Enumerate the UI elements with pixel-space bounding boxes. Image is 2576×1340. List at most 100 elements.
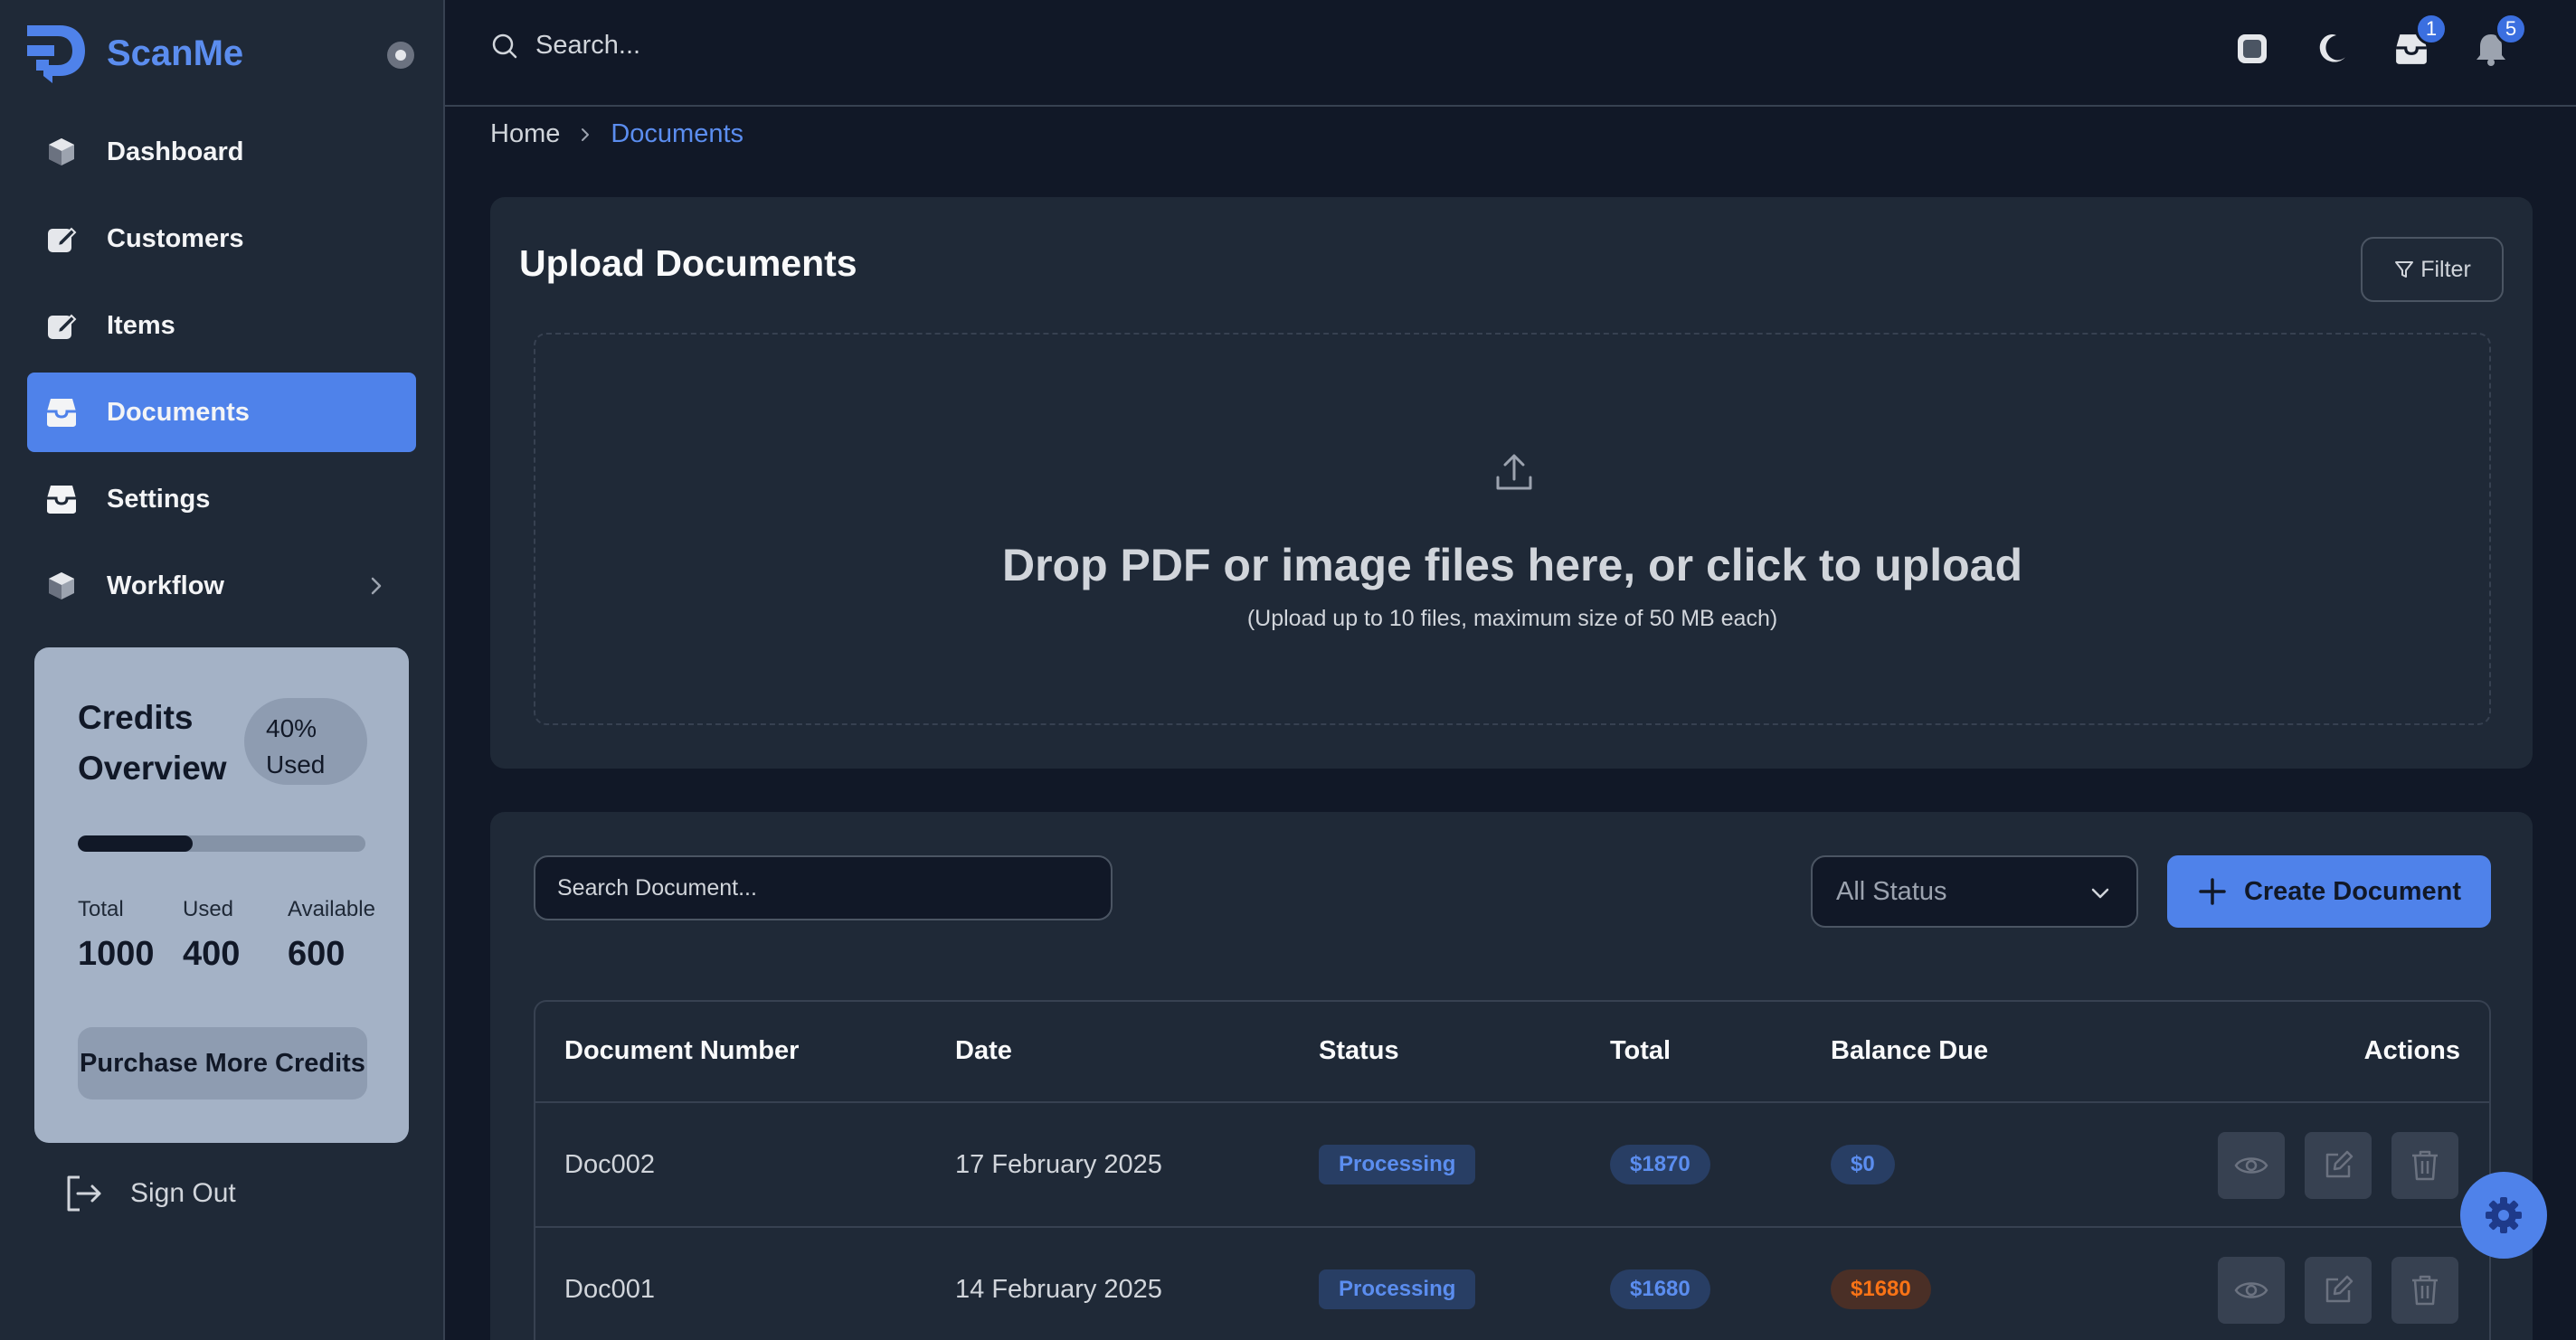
credits-used-percent: 40% — [266, 714, 317, 742]
table-row[interactable]: Doc002 17 February 2025 Processing $1870… — [535, 1103, 2489, 1228]
cube-icon — [45, 570, 78, 602]
sidebar-item-dashboard[interactable]: Dashboard — [27, 112, 416, 192]
create-document-label: Create Document — [2243, 876, 2462, 906]
app-root: ScanMe Dashboard Customers Items Documen… — [0, 0, 2576, 1340]
filter-button[interactable]: Filter — [2361, 237, 2504, 302]
sidebar: ScanMe Dashboard Customers Items Documen… — [0, 0, 445, 1340]
status-badge: Processing — [1319, 1145, 1476, 1184]
global-search — [490, 31, 1169, 61]
breadcrumb-current: Documents — [611, 119, 744, 148]
table-row[interactable]: Doc001 14 February 2025 Processing $1680… — [535, 1228, 2489, 1340]
credits-total-label: Total — [78, 897, 124, 921]
edit-button[interactable] — [2305, 1132, 2372, 1199]
sidebar-item-label: Dashboard — [107, 137, 244, 166]
sign-out-button[interactable]: Sign Out — [63, 1174, 236, 1213]
eye-icon — [2234, 1157, 2268, 1174]
upload-icon — [1496, 454, 1532, 490]
sidebar-item-label: Items — [107, 310, 175, 340]
credits-progress-bar — [78, 835, 365, 852]
dark-mode-toggle[interactable] — [2310, 27, 2353, 71]
column-header-total[interactable]: Total — [1610, 1036, 1671, 1066]
column-header-document-number[interactable]: Document Number — [564, 1036, 799, 1066]
gear-icon — [2486, 1197, 2522, 1233]
filter-label: Filter — [2420, 256, 2471, 282]
top-bar: 1 5 — [445, 0, 2576, 107]
cell-document-number: Doc001 — [564, 1275, 655, 1304]
scanme-logo-icon — [27, 25, 85, 83]
sidebar-item-workflow[interactable]: Workflow — [27, 546, 416, 626]
breadcrumb-home-link[interactable]: Home — [490, 119, 560, 149]
edit-square-icon — [45, 309, 78, 342]
sidebar-item-documents[interactable]: Documents — [27, 373, 416, 452]
inbox-icon — [45, 396, 78, 429]
brand[interactable]: ScanMe — [25, 24, 243, 83]
column-header-status[interactable]: Status — [1319, 1036, 1399, 1066]
credits-available: Available 600 — [288, 897, 375, 974]
column-header-date[interactable]: Date — [955, 1036, 1012, 1066]
breadcrumb: Home Documents — [490, 119, 743, 149]
credits-used-value: 400 — [183, 935, 241, 973]
filter-icon — [2395, 261, 2414, 278]
plus-icon — [2199, 878, 2226, 905]
delete-button[interactable] — [2391, 1257, 2458, 1324]
chevron-right-icon[interactable] — [364, 573, 389, 599]
document-search-input[interactable] — [534, 855, 1113, 920]
delete-button[interactable] — [2391, 1132, 2458, 1199]
credits-used-stat-label: Used — [183, 897, 234, 921]
global-search-input[interactable] — [535, 31, 1169, 61]
edit-square-icon — [45, 222, 78, 255]
sidebar-item-items[interactable]: Items — [27, 286, 416, 365]
credits-overview-card: Credits Overview 40% Used Total 1000 Use… — [34, 647, 409, 1143]
upload-title: Upload Documents — [519, 242, 857, 284]
fullscreen-button[interactable] — [2230, 27, 2274, 71]
status-filter-value: All Status — [1836, 876, 1947, 906]
column-header-balance-due[interactable]: Balance Due — [1831, 1036, 1988, 1066]
sign-out-label: Sign Out — [130, 1178, 236, 1208]
sidebar-item-label: Customers — [107, 223, 244, 253]
trash-icon — [2412, 1150, 2438, 1181]
dropzone-main-text: Drop PDF or image files here, or click t… — [1001, 540, 2022, 590]
credits-used: Used 400 — [183, 897, 240, 974]
view-button[interactable] — [2218, 1257, 2285, 1324]
brand-name: ScanMe — [107, 33, 244, 73]
sidebar-toggle-button[interactable] — [387, 42, 414, 69]
sidebar-item-customers[interactable]: Customers — [27, 199, 416, 278]
status-filter-select[interactable]: All Status — [1811, 855, 2138, 928]
sidebar-item-settings[interactable]: Settings — [27, 459, 416, 539]
sidebar-item-label: Workflow — [107, 571, 224, 600]
dropzone-sub-text: (Upload up to 10 files, maximum size of … — [1246, 606, 1778, 631]
edit-icon — [2325, 1150, 2353, 1178]
floating-settings-button[interactable] — [2460, 1172, 2547, 1259]
status-badge: Processing — [1319, 1269, 1476, 1309]
file-dropzone[interactable]: Drop PDF or image files here, or click t… — [534, 333, 2491, 725]
upload-documents-card: Upload Documents Filter Drop PDF or imag… — [490, 197, 2533, 769]
sidebar-item-label: Documents — [107, 397, 250, 427]
sidebar-nav: Dashboard Customers Items Documents Sett… — [27, 112, 416, 633]
inbox-badge: 1 — [2415, 13, 2448, 45]
edit-button[interactable] — [2305, 1257, 2372, 1324]
eye-icon — [2234, 1282, 2268, 1298]
purchase-credits-button[interactable]: Purchase More Credits — [78, 1027, 367, 1099]
total-badge: $1870 — [1610, 1145, 1710, 1184]
inbox-icon — [45, 483, 78, 515]
total-badge: $1680 — [1610, 1269, 1710, 1309]
view-button[interactable] — [2218, 1132, 2285, 1199]
credits-used-label: Used — [266, 750, 326, 779]
notifications-button[interactable]: 5 — [2469, 13, 2527, 71]
cell-date: 17 February 2025 — [955, 1150, 1162, 1179]
create-document-button[interactable]: Create Document — [2167, 855, 2491, 928]
moon-icon — [2319, 33, 2345, 62]
credits-title: Credits Overview — [78, 699, 227, 787]
fullscreen-icon — [2238, 34, 2267, 63]
credits-used-badge: 40% Used — [244, 698, 367, 785]
balance-badge: $0 — [1831, 1145, 1895, 1184]
sign-out-icon — [67, 1175, 101, 1212]
edit-icon — [2325, 1275, 2353, 1303]
trash-icon — [2412, 1275, 2438, 1306]
sidebar-item-label: Settings — [107, 484, 211, 514]
balance-badge: $1680 — [1831, 1269, 1931, 1309]
credits-available-value: 600 — [288, 935, 346, 973]
column-header-actions: Actions — [2363, 1036, 2460, 1065]
inbox-button[interactable]: 1 — [2390, 13, 2448, 71]
cell-date: 14 February 2025 — [955, 1275, 1162, 1304]
